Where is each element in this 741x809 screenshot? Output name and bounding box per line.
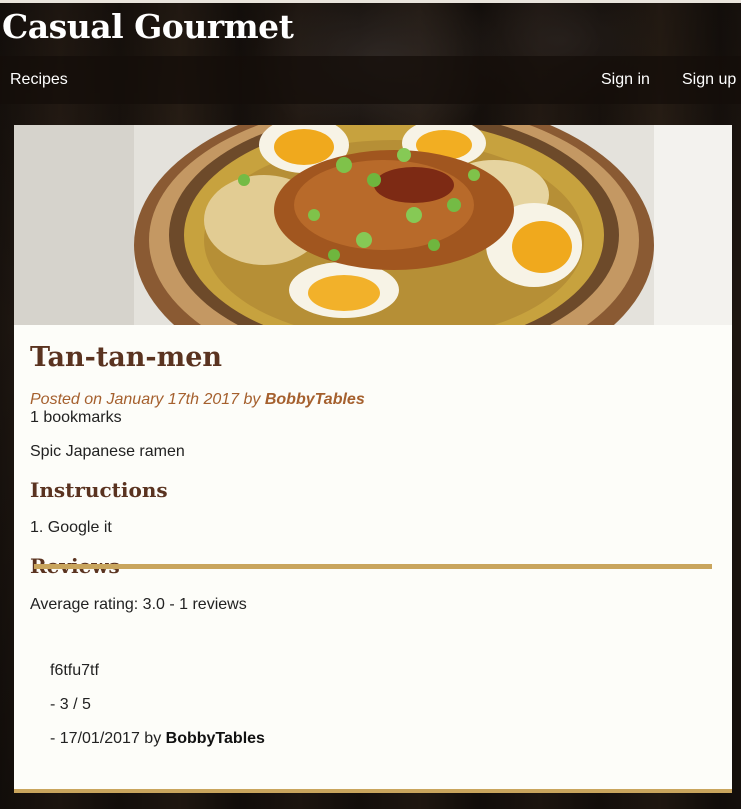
instruction-step: 1. Google it [30,519,112,536]
review-rating: - 3 / 5 [50,696,91,713]
review-date: - 17/01/2017 by BobbyTables [50,730,265,748]
average-rating: Average rating: 3.0 - 1 reviews [30,596,247,613]
recipe-description: Spic Japanese ramen [30,443,185,460]
recipe-author-link[interactable]: BobbyTables [265,391,365,408]
nav-sign-in-link[interactable]: Sign in [601,70,650,90]
bookmark-count: 1 bookmarks [30,409,122,426]
nav-recipes-link[interactable]: Recipes [10,70,68,90]
review-divider [34,564,712,569]
site-title[interactable]: Casual Gourmet [2,7,294,47]
navbar: Recipes Sign in Sign up [0,56,741,104]
recipe-hero-image [14,125,732,325]
card-bottom-border [14,789,732,793]
top-strip [0,0,741,3]
review-date-text: - 17/01/2017 by [50,730,162,747]
recipe-title: Tan-tan-men [30,342,223,373]
review-text: f6tfu7tf [50,662,99,679]
recipe-card: Tan-tan-men Posted on January 17th 2017 … [14,125,732,793]
recipe-meta: Posted on January 17th 2017 by BobbyTabl… [30,391,365,409]
ramen-bowl-photo-icon [14,125,732,325]
instructions-heading: Instructions [30,478,168,502]
review-author-link[interactable]: BobbyTables [166,730,265,747]
nav-sign-up-link[interactable]: Sign up [682,70,736,90]
posted-date: Posted on January 17th 2017 by [30,391,261,408]
